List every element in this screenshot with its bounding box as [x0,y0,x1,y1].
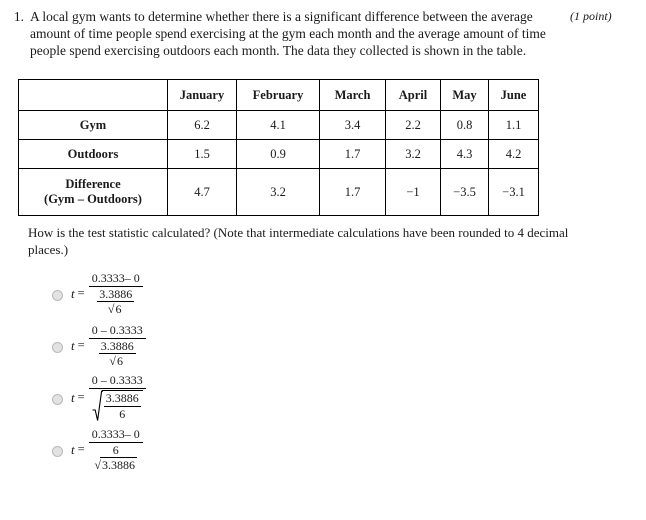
answer-options-list: t = 0.3333– 0 3.3886 √6 t = 0 – 0.3333 3… [52,268,312,476]
column-header-april: April [385,79,441,111]
cell-difference-may: −3.5 [440,168,489,216]
cell-outdoors-march: 1.7 [319,139,386,169]
sqrt-icon: √6 [109,353,125,369]
inner-numerator-b: 3.3886 [98,338,136,355]
sqrt-icon: √3.3886 [94,457,137,473]
inner-fraction-d: 6 √3.3886 [92,442,139,473]
denominator-a: 3.3886 √6 [94,287,137,317]
column-header-march: March [319,79,386,111]
row-header-outdoors: Outdoors [18,139,168,169]
equals-sign: = [77,442,85,457]
radio-button-c[interactable] [52,393,63,405]
denominator-b: 3.3886 √6 [96,339,139,369]
cell-gym-april: 2.2 [385,110,441,140]
inner-fraction-c: 3.3886 6 [103,390,141,421]
inner-denominator-a: √6 [106,301,126,317]
denominator-c: 3.3886 6 [89,389,146,422]
cell-difference-june: −3.1 [488,168,539,216]
sqrt-radicand-a: 6 [113,301,124,317]
fraction-a: 0.3333– 0 3.3886 √6 [88,271,143,317]
formula-b: t = 0 – 0.3333 3.3886 √6 [71,323,146,369]
variable-t: t [71,337,75,353]
table-row: Gym 6.2 4.1 3.4 2.2 0.8 1.1 [18,110,539,140]
inner-numerator-a: 3.3886 [97,286,135,303]
formula-a: t = 0.3333– 0 3.3886 √6 [71,271,143,317]
cell-difference-january: 4.7 [167,168,237,216]
sqrt-radicand-c: 3.3886 6 [101,389,143,422]
radio-button-b[interactable] [52,341,63,353]
cell-gym-march: 3.4 [319,110,386,140]
points-label: (1 point) [570,9,612,23]
fraction-d: 0.3333– 0 6 √3.3886 [88,427,143,473]
subquestion-text: How is the test statistic calculated? (N… [28,225,569,257]
answer-option-d[interactable]: t = 0.3333– 0 6 √3.3886 [52,424,312,476]
cell-difference-april: −1 [385,168,441,216]
question-number: 1. [13,9,24,24]
numerator-d: 0.3333– 0 [88,427,143,443]
cell-gym-january: 6.2 [167,110,237,140]
variable-t: t [71,389,75,405]
radio-button-d[interactable] [52,445,63,457]
sqrt-icon: √6 [107,301,124,317]
table-header-row: January February March April May June [18,79,539,111]
row-header-difference-line2: (Gym – Outdoors) [44,192,142,206]
question-stem-row: 1. A local gym wants to determine whethe… [8,8,638,59]
inner-numerator-c: 3.3886 [103,390,141,407]
inner-numerator-d: 6 [110,442,121,459]
cell-difference-march: 1.7 [319,168,386,216]
row-header-gym: Gym [18,110,168,140]
answer-option-a[interactable]: t = 0.3333– 0 3.3886 √6 [52,268,312,320]
table-row: Difference (Gym – Outdoors) 4.7 3.2 1.7 … [18,168,539,216]
column-header-january: January [167,79,237,111]
cell-gym-may: 0.8 [440,110,489,140]
fraction-c: 0 – 0.3333 3.3886 6 [88,374,146,422]
denominator-d: 6 √3.3886 [89,443,142,473]
sqrt-radicand-b: 6 [114,353,125,369]
inner-denominator-c: 6 [119,406,126,421]
formula-d: t = 0.3333– 0 6 √3.3886 [71,427,143,473]
column-header-february: February [236,79,320,111]
cell-outdoors-january: 1.5 [167,139,237,169]
numerator-c: 0 – 0.3333 [88,374,146,389]
variable-t: t [71,441,75,457]
numerator-b: 0 – 0.3333 [88,323,146,339]
table-row: Outdoors 1.5 0.9 1.7 3.2 4.3 4.2 [18,139,539,169]
cell-outdoors-may: 4.3 [440,139,489,169]
equals-sign: = [77,390,85,405]
answer-option-c[interactable]: t = 0 – 0.3333 3.3886 6 [52,372,312,424]
radio-button-a[interactable] [52,289,63,301]
inner-denominator-b: √6 [107,353,127,369]
row-header-difference: Difference (Gym – Outdoors) [18,168,168,216]
inner-denominator-d: √3.3886 [92,457,139,473]
variable-t: t [71,285,75,301]
question-block: 1. A local gym wants to determine whethe… [8,8,638,59]
sqrt-icon: 3.3886 6 [92,389,143,422]
table-corner-cell [18,79,168,111]
exercise-data-table: January February March April May June Gy… [18,79,539,216]
inner-fraction-a: 3.3886 √6 [97,286,135,317]
numerator-a: 0.3333– 0 [88,271,143,287]
cell-outdoors-february: 0.9 [236,139,320,169]
question-text: A local gym wants to determine whether t… [30,9,546,58]
cell-outdoors-june: 4.2 [488,139,539,169]
column-header-may: May [440,79,489,111]
cell-difference-february: 3.2 [236,168,320,216]
fraction-b: 0 – 0.3333 3.3886 √6 [88,323,146,369]
equals-sign: = [77,338,85,353]
row-header-difference-line1: Difference [65,177,121,191]
equals-sign: = [77,286,85,301]
data-table-container: January February March April May June Gy… [18,79,539,216]
column-header-june: June [488,79,539,111]
formula-c: t = 0 – 0.3333 3.3886 6 [71,374,146,422]
cell-outdoors-april: 3.2 [385,139,441,169]
cell-gym-june: 1.1 [488,110,539,140]
cell-gym-february: 4.1 [236,110,320,140]
inner-fraction-b: 3.3886 √6 [98,338,136,369]
sqrt-radicand-d: 3.3886 [99,457,137,473]
answer-option-b[interactable]: t = 0 – 0.3333 3.3886 √6 [52,320,312,372]
